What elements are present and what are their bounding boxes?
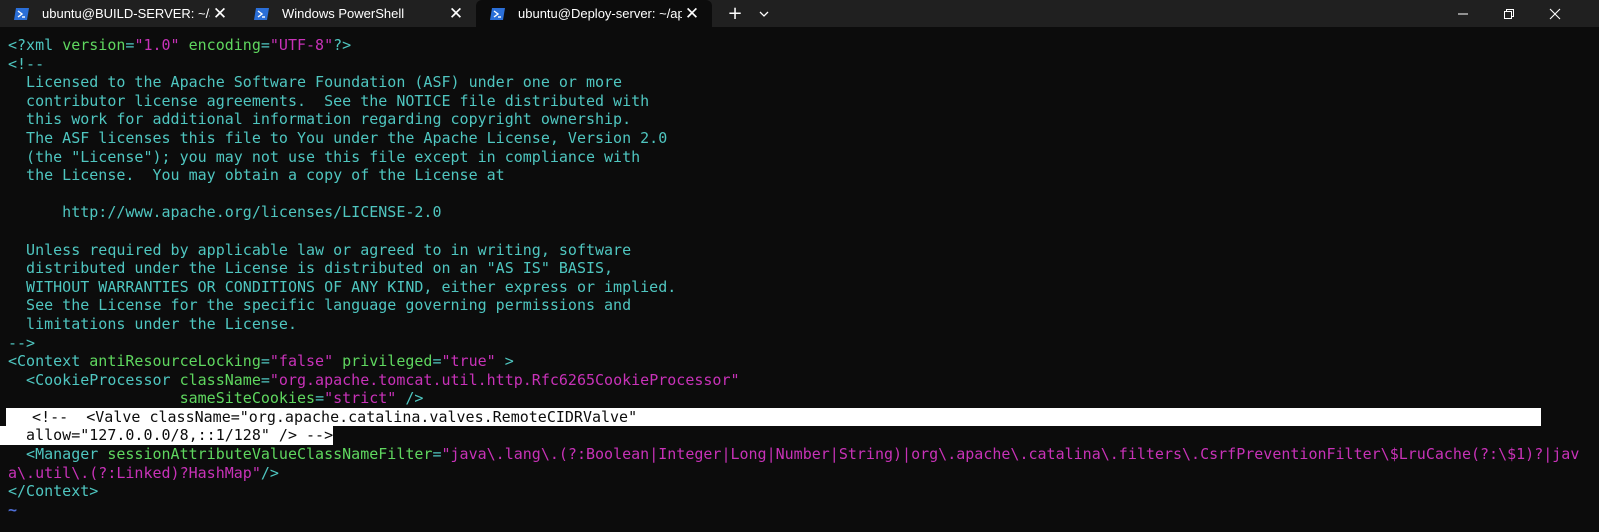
terminal-line: WITHOUT WARRANTIES OR CONDITIONS OF ANY …: [8, 277, 677, 296]
terminal-line: the License. You may obtain a copy of th…: [8, 166, 505, 185]
maximize-button[interactable]: [1486, 0, 1532, 27]
terminal-line: sameSiteCookies="strict" />: [179, 389, 424, 408]
terminal-line: <?xml version="1.0" encoding="UTF-8"?>: [8, 36, 352, 54]
terminal-line: <!--: [8, 54, 45, 73]
restore-icon: [1504, 8, 1514, 19]
close-tab-icon[interactable]: ✕: [210, 4, 230, 24]
selected-line[interactable]: <!-- <Valve className="org.apache.catali…: [6, 407, 1599, 427]
title-bar: ubuntu@BUILD-SERVER: ~/Jav ✕ Windows Pow…: [0, 0, 1599, 27]
powershell-icon: [14, 6, 30, 22]
terminal-line: The ASF licenses this file to You under …: [8, 128, 668, 147]
minimize-button[interactable]: [1440, 0, 1486, 27]
close-icon: [1549, 8, 1561, 19]
powershell-icon: [254, 6, 270, 22]
close-window-button[interactable]: [1532, 0, 1578, 27]
terminal-line: See the License for the specific languag…: [8, 296, 632, 315]
terminal-output[interactable]: <?xml version="1.0" encoding="UTF-8"?> <…: [0, 36, 1599, 532]
tab-dropdown-button[interactable]: [752, 0, 776, 27]
terminal-line: limitations under the License.: [8, 314, 297, 333]
powershell-icon: [490, 6, 506, 22]
terminal-line: (the "License"); you may not use this fi…: [8, 147, 641, 166]
new-tab-button[interactable]: +: [722, 0, 748, 27]
terminal-line: <Manager sessionAttributeValueClassNameF…: [8, 445, 1580, 464]
terminal-line: -->: [8, 333, 36, 352]
empty-line-marker: ~: [8, 500, 18, 519]
chevron-down-icon: [759, 11, 769, 17]
tab-label: Windows PowerShell: [282, 6, 405, 21]
close-tab-icon[interactable]: ✕: [682, 4, 702, 24]
tab-build-server[interactable]: ubuntu@BUILD-SERVER: ~/Jav ✕: [0, 0, 240, 27]
terminal-line: Licensed to the Apache Software Foundati…: [8, 73, 623, 92]
selection-highlight: allow="127.0.0.0/8,::1/128" /> -->: [0, 426, 334, 446]
selected-line[interactable]: allow="127.0.0.0/8,::1/128" /> -->: [0, 426, 1599, 446]
terminal-line: a\.util\.(?:Linked)?HashMap"/>: [8, 463, 279, 482]
terminal-line: <Context antiResourceLocking="false" pri…: [8, 352, 514, 371]
text-cursor: [333, 427, 336, 444]
terminal-line: </Context>: [8, 482, 99, 501]
terminal-line: <CookieProcessor className="org.apache.t…: [8, 370, 740, 389]
tab-deploy-server[interactable]: ubuntu@Deploy-server: ~/ap ✕: [476, 0, 712, 27]
terminal-line: contributor license agreements. See the …: [8, 91, 650, 110]
minimize-icon: [1458, 13, 1468, 14]
terminal-line: distributed under the License is distrib…: [8, 259, 614, 278]
tab-windows-powershell[interactable]: Windows PowerShell ✕: [240, 0, 476, 27]
terminal-line: Unless required by applicable law or agr…: [8, 240, 632, 259]
close-tab-icon[interactable]: ✕: [446, 4, 466, 24]
terminal-line: this work for additional information reg…: [8, 110, 632, 129]
terminal-line: http://www.apache.org/licenses/LICENSE-2…: [8, 203, 442, 222]
selection-highlight: <!-- <Valve className="org.apache.catali…: [6, 407, 1541, 427]
tab-label: ubuntu@BUILD-SERVER: ~/Jav: [42, 6, 210, 21]
tab-label: ubuntu@Deploy-server: ~/ap: [518, 6, 682, 21]
